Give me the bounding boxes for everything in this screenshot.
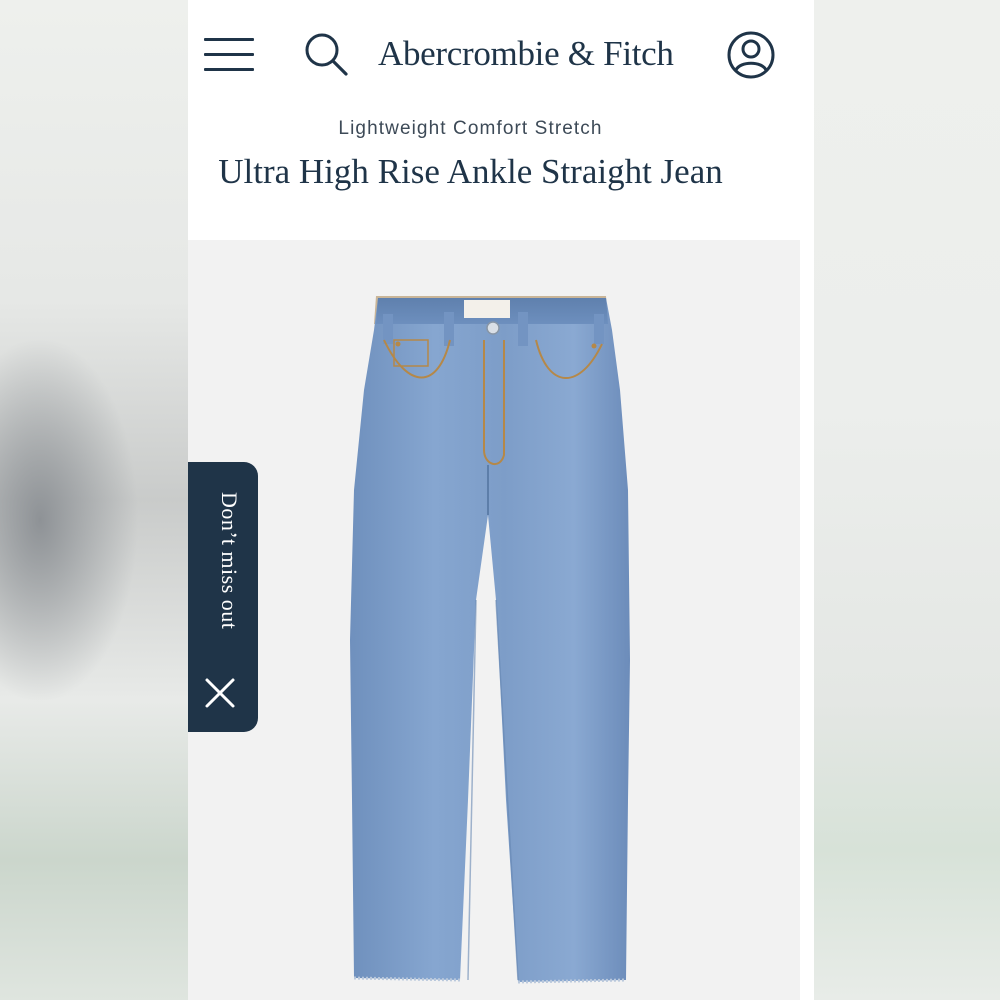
background-right-blur — [814, 0, 1000, 1000]
jeans-illustration — [350, 296, 630, 984]
product-title: Ultra High Rise Ankle Straight Jean — [218, 152, 723, 191]
product-page: Abercrombie & Fitch Lightweight Comfort … — [188, 0, 814, 1000]
hamburger-menu-icon[interactable] — [204, 36, 254, 72]
product-subtitle: Lightweight Comfort Stretch — [338, 118, 603, 139]
promo-tab[interactable]: Don’t miss out — [188, 462, 258, 732]
brand-logo[interactable]: Abercrombie & Fitch — [378, 30, 696, 78]
close-icon[interactable] — [203, 676, 237, 710]
background-left-blur — [0, 0, 188, 1000]
product-image[interactable] — [188, 240, 800, 1000]
promo-label[interactable]: Don’t miss out — [202, 492, 242, 662]
site-header: Abercrombie & Fitch — [188, 0, 814, 110]
search-icon[interactable] — [302, 30, 350, 78]
user-account-icon[interactable] — [726, 30, 776, 80]
